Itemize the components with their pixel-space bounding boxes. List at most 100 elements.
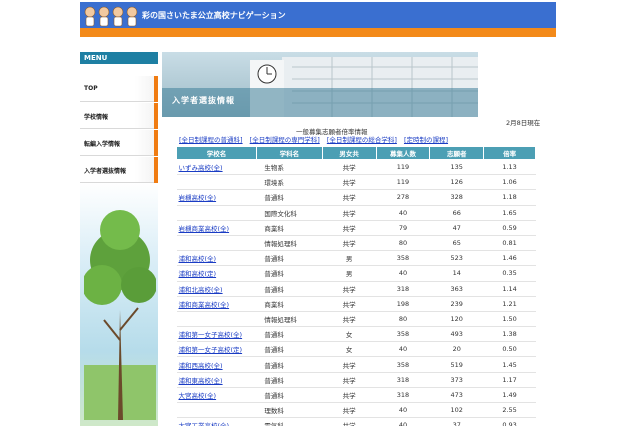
course-name-cell: 情報処理科: [256, 235, 323, 252]
table-row: 浦和北高校(全) 普通科 共学 318 363 1.14: [176, 281, 536, 297]
school-link[interactable]: 浦和東高校(全): [179, 377, 223, 385]
applicants-cell: 363: [429, 281, 484, 297]
column-header: 学科名: [255, 146, 323, 160]
gender-cell: 男: [322, 250, 377, 267]
column-header: 倍率: [483, 146, 536, 160]
school-name-cell: 岩槻高校(全): [176, 189, 257, 206]
link-part-time-course[interactable]: [定時制の課程]: [404, 136, 448, 144]
course-name-cell: 普通科: [256, 281, 323, 297]
gender-cell: 共学: [322, 417, 377, 426]
applicants-cell: 126: [429, 174, 484, 191]
gender-cell: 共学: [322, 189, 377, 206]
school-link[interactable]: 岩槻商業高校(全): [179, 225, 230, 233]
gender-cell: 共学: [322, 372, 377, 388]
school-link[interactable]: 岩槻高校(全): [179, 194, 217, 202]
site-title: 彩の国さいたま公立高校ナビゲーション: [142, 11, 286, 20]
sidebar-item-label: 入学者選抜情報: [84, 168, 127, 175]
quota-cell: 318: [376, 372, 430, 388]
school-name-cell: 浦和高校(全): [176, 250, 257, 267]
school-name-cell: [176, 402, 257, 419]
ratio-cell: 1.65: [483, 205, 536, 221]
course-name-cell: 普通科: [256, 341, 323, 358]
page: 彩の国さいたま公立高校ナビゲーション MENU TOP 学校情報 転編入学情報 …: [0, 0, 640, 426]
school-link[interactable]: 浦和北高校(全): [179, 286, 223, 294]
school-name-cell: 浦和西高校(全): [176, 356, 257, 373]
ratio-cell: 2.55: [483, 402, 536, 419]
gender-cell: 共学: [322, 235, 377, 252]
gender-cell: 共学: [322, 205, 377, 221]
table-row: 浦和東高校(全) 普通科 共学 318 373 1.17: [176, 372, 536, 388]
table-row: 情報処理科 共学 80 120 1.50: [176, 311, 536, 328]
link-specialized-course[interactable]: [全日制課程の専門学科]: [250, 136, 320, 144]
applicants-cell: 65: [429, 235, 484, 252]
sidebar-item-school-info[interactable]: 学校情報: [80, 103, 158, 129]
ratio-cell: 1.13: [483, 159, 536, 176]
building-illustration: [162, 57, 478, 117]
table-row: 浦和第一女子高校(定) 普通科女 40 20 0.50: [176, 341, 536, 358]
menu-header: MENU: [80, 52, 158, 64]
ratio-cell: 1.46: [483, 250, 536, 267]
school-link[interactable]: 大宮工業高校(全): [179, 422, 230, 426]
quota-cell: 40: [376, 417, 430, 426]
course-name-cell: 普通科: [256, 250, 323, 267]
school-name-cell: 浦和高校(定): [176, 265, 257, 282]
gender-cell: 共学: [322, 220, 377, 236]
table-row: 情報処理科 共学 80 65 0.81: [176, 235, 536, 252]
applicants-cell: 47: [429, 220, 484, 236]
quota-cell: 318: [376, 387, 430, 404]
gender-cell: 共学: [322, 311, 377, 328]
quota-cell: 40: [376, 341, 430, 358]
nav-tab-marker: [154, 157, 158, 183]
quota-cell: 119: [376, 159, 430, 176]
applicants-cell: 20: [429, 341, 484, 358]
table-row: 大宮高校(全) 普通科 共学 318 473 1.49: [176, 387, 536, 404]
table-row: 浦和高校(定) 普通科男 40 14 0.35: [176, 265, 536, 282]
link-comprehensive-course[interactable]: [全日制課程の総合学科]: [327, 136, 397, 144]
gender-cell: 共学: [322, 296, 377, 312]
school-name-cell: 浦和東高校(全): [176, 372, 257, 388]
ratio-cell: 0.81: [483, 235, 536, 252]
school-link[interactable]: 浦和高校(全): [179, 255, 217, 263]
quota-cell: 198: [376, 296, 430, 312]
course-name-cell: 普通科: [256, 387, 323, 404]
link-general-course[interactable]: [全日制課程の普通科]: [179, 136, 243, 144]
course-name-cell: 理数科: [256, 402, 323, 419]
gender-cell: 共学: [322, 159, 377, 176]
quota-cell: 358: [376, 250, 430, 267]
school-link[interactable]: 大宮高校(全): [179, 392, 217, 400]
course-name-cell: 情報処理科: [256, 311, 323, 328]
ratio-cell: 1.49: [483, 387, 536, 404]
school-link[interactable]: 浦和高校(定): [179, 270, 217, 278]
ratio-cell: 1.21: [483, 296, 536, 312]
applicants-cell: 239: [429, 296, 484, 312]
school-link[interactable]: 浦和第一女子高校(定): [179, 346, 243, 354]
school-link[interactable]: 浦和西高校(全): [179, 362, 223, 370]
course-name-cell: 普通科: [256, 326, 323, 343]
quota-cell: 318: [376, 281, 430, 297]
school-name-cell: 大宮高校(全): [176, 387, 257, 404]
sidebar-item-label: TOP: [84, 85, 98, 92]
applicants-cell: 523: [429, 250, 484, 267]
ratio-cell: 1.45: [483, 356, 536, 373]
gender-cell: 共学: [322, 387, 377, 404]
school-name-cell: 岩槻商業高校(全): [176, 220, 257, 236]
as-of-date: 2月8日現在: [506, 119, 541, 127]
course-name-cell: 電気科: [256, 417, 323, 426]
sidebar-item-top[interactable]: TOP: [80, 76, 158, 102]
applicants-cell: 473: [429, 387, 484, 404]
nav-tab-marker: [154, 76, 158, 102]
column-header: 学校名: [176, 146, 257, 160]
table-row: いずみ高校(全) 生物系 共学 119 135 1.13: [176, 159, 536, 176]
mascot-logo[interactable]: [82, 3, 138, 29]
school-link[interactable]: 浦和第一女子高校(全): [179, 331, 243, 339]
sidebar-item-admission-info[interactable]: 入学者選抜情報: [80, 157, 158, 183]
sidebar-item-transfer-info[interactable]: 転編入学情報: [80, 130, 158, 156]
quota-cell: 358: [376, 326, 430, 343]
school-name-cell: 浦和北高校(全): [176, 281, 257, 297]
school-link[interactable]: 浦和商業高校(全): [179, 301, 230, 309]
school-link[interactable]: いずみ高校(全): [179, 164, 223, 172]
ratio-cell: 1.18: [483, 189, 536, 206]
quota-cell: 80: [376, 311, 430, 328]
sidebar-item-label: 転編入学情報: [84, 141, 121, 148]
sidebar-item-label: 学校情報: [84, 114, 109, 121]
